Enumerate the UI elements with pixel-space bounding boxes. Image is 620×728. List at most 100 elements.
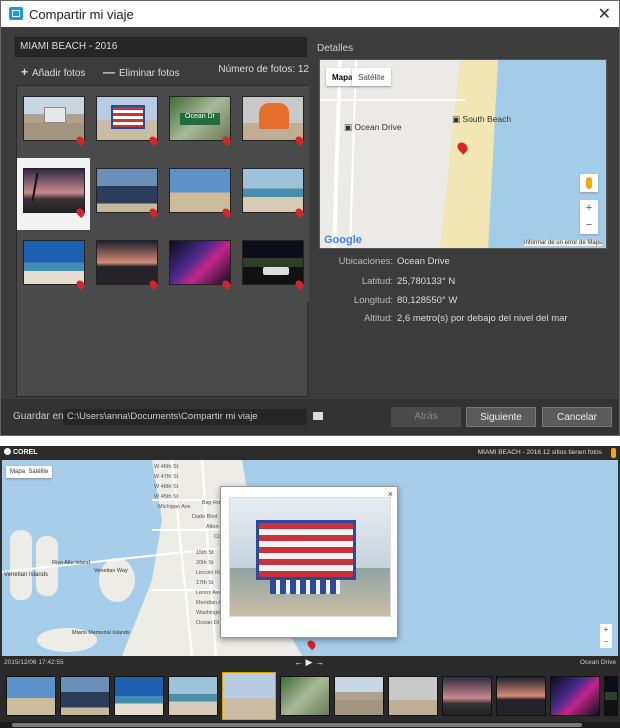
map-place: 15th St bbox=[196, 550, 214, 556]
detail-key: Longitud: bbox=[353, 295, 393, 306]
map-place: Dade Blvd bbox=[192, 514, 218, 520]
timeline-thumb[interactable] bbox=[496, 676, 546, 716]
folder-icon[interactable] bbox=[313, 412, 323, 420]
viewer-header: COREL MIAMI BEACH - 2016 12 sitios tiene… bbox=[0, 446, 620, 460]
photo-thumb-4[interactable] bbox=[236, 86, 309, 158]
map-place: Venetian Way bbox=[94, 568, 128, 574]
next-button[interactable]: Siguiente bbox=[466, 407, 536, 427]
minus-icon: — bbox=[103, 65, 115, 79]
photo-thumb-11[interactable] bbox=[163, 230, 236, 302]
timeline: 2015/12/06 17:42:55 ← ▶ → Ocean Drive bbox=[0, 656, 620, 728]
map-tab[interactable]: Mapa bbox=[10, 469, 25, 475]
timeline-thumb[interactable] bbox=[60, 676, 110, 716]
location-map[interactable]: Mapa Satélite ▣ Ocean Drive ▣ South Beac… bbox=[319, 59, 607, 249]
map-place: Michigan Ave bbox=[158, 504, 191, 510]
timeline-thumb[interactable] bbox=[6, 676, 56, 716]
timeline-thumb[interactable] bbox=[114, 676, 164, 716]
satellite-tab[interactable]: Satélite bbox=[28, 469, 48, 475]
photo-thumb-1[interactable] bbox=[17, 86, 90, 158]
viewer-map-tabs: Mapa Satélite bbox=[6, 466, 53, 478]
photo-thumb-12[interactable] bbox=[236, 230, 309, 302]
current-location: Ocean Drive bbox=[579, 659, 616, 666]
add-photos-label: Añadir fotos bbox=[32, 68, 86, 79]
map-place: Venetian Islands bbox=[4, 572, 49, 578]
map-place: Rivo Alto Island bbox=[52, 560, 90, 566]
map-place: Ocean Dr bbox=[196, 620, 220, 626]
map-place: W 45th St bbox=[154, 494, 179, 500]
detail-key: Ubicaciones: bbox=[338, 256, 393, 267]
map-report-link[interactable]: Informar de un error de Maps bbox=[523, 240, 602, 246]
photo-thumb-2[interactable] bbox=[90, 86, 163, 158]
photo-thumb-3[interactable]: Ocean Dr bbox=[163, 86, 236, 158]
save-path-field[interactable]: C:\Users\anna\Documents\Compartir mi via… bbox=[63, 409, 307, 425]
zoom-out-button[interactable]: − bbox=[580, 217, 598, 234]
zoom-controls: + − bbox=[580, 200, 598, 234]
trip-name-field[interactable]: MIAMI BEACH - 2016 bbox=[15, 37, 307, 57]
viewer-zoom-controls[interactable]: + − bbox=[600, 624, 612, 648]
timeline-thumb[interactable] bbox=[334, 676, 384, 716]
remove-photos-label: Eliminar fotos bbox=[119, 68, 180, 79]
title-bar: Compartir mi viaje ✕ bbox=[1, 1, 619, 27]
timeline-thumb-selected[interactable] bbox=[222, 672, 276, 720]
timeline-thumb[interactable] bbox=[280, 676, 330, 716]
corel-logo: COREL bbox=[4, 448, 38, 456]
detail-value: Ocean Drive bbox=[397, 256, 450, 267]
play-icon[interactable]: ▶ bbox=[306, 657, 313, 667]
window-title: Compartir mi viaje bbox=[29, 7, 134, 22]
viewer-header-text: MIAMI BEACH - 2016 12 sitios tienen foto… bbox=[477, 449, 602, 456]
photo-thumb-10[interactable] bbox=[90, 230, 163, 302]
photo-thumb-5[interactable] bbox=[17, 158, 90, 230]
detail-key: Latitud: bbox=[361, 276, 393, 287]
photo-thumb-7[interactable] bbox=[163, 158, 236, 230]
map-place: Lenox Ave bbox=[196, 590, 222, 596]
share-trip-dialog: Compartir mi viaje ✕ MIAMI BEACH - 2016 … bbox=[0, 0, 620, 436]
playback-controls: ← ▶ → bbox=[294, 657, 324, 668]
map-label-south-beach: ▣ South Beach bbox=[452, 114, 512, 124]
bottom-bar: Guardar en: C:\Users\anna\Documents\Comp… bbox=[1, 399, 619, 435]
zoom-in-button[interactable]: + bbox=[580, 200, 598, 217]
app-icon bbox=[9, 7, 23, 20]
timeline-thumb[interactable] bbox=[550, 676, 600, 716]
map-place: Bay Rd bbox=[202, 500, 221, 506]
map-background bbox=[320, 60, 606, 248]
detail-key: Altitud: bbox=[363, 313, 393, 324]
photo-grid: Ocean Dr bbox=[16, 85, 309, 397]
detail-value: 2,6 metro(s) por debajo del nivel del ma… bbox=[397, 313, 568, 324]
satellite-tab[interactable]: Satélite bbox=[352, 68, 391, 86]
photo-count: Número de fotos: 12 bbox=[218, 64, 309, 75]
plus-icon: + bbox=[21, 65, 29, 79]
map-place: Miami Memorial Islands bbox=[72, 630, 130, 636]
add-photos-button[interactable]: + Añadir fotos bbox=[21, 65, 85, 79]
street-view-icon[interactable] bbox=[611, 448, 616, 458]
map-place: 17th St bbox=[196, 580, 214, 586]
timeline-thumb[interactable] bbox=[168, 676, 218, 716]
photo-popup: × bbox=[220, 486, 398, 638]
map-place: W 46th St bbox=[154, 464, 179, 470]
street-view-icon[interactable] bbox=[580, 174, 598, 192]
timeline-thumb[interactable] bbox=[442, 676, 492, 716]
map-place: Lincoln Rd bbox=[196, 570, 222, 576]
close-icon[interactable]: ✕ bbox=[598, 4, 611, 24]
timeline-scrollbar[interactable] bbox=[0, 722, 620, 728]
map-place: W 47th St bbox=[154, 474, 179, 480]
photo-thumb-8[interactable] bbox=[236, 158, 309, 230]
photo-panel: MIAMI BEACH - 2016 + Añadir fotos — Elimin… bbox=[13, 37, 309, 397]
timestamp: 2015/12/06 17:42:55 bbox=[4, 659, 64, 666]
remove-photos-button[interactable]: — Eliminar fotos bbox=[103, 65, 180, 79]
google-logo: Google bbox=[324, 234, 362, 246]
back-button[interactable]: Atrás bbox=[391, 407, 461, 427]
timeline-thumb[interactable] bbox=[604, 676, 618, 716]
cancel-button[interactable]: Cancelar bbox=[542, 407, 612, 427]
map-place: W 48th St bbox=[154, 484, 179, 490]
scroll-thumb[interactable] bbox=[12, 723, 582, 727]
photo-thumb-9[interactable] bbox=[17, 230, 90, 302]
prev-icon[interactable]: ← bbox=[294, 657, 303, 667]
next-icon[interactable]: → bbox=[315, 657, 324, 667]
photo-thumb-6[interactable] bbox=[90, 158, 163, 230]
save-to-label: Guardar en: bbox=[13, 411, 67, 422]
timeline-thumb[interactable] bbox=[388, 676, 438, 716]
map-label-ocean-drive: ▣ Ocean Drive bbox=[344, 122, 402, 132]
detail-value: 80,128550° W bbox=[397, 295, 458, 306]
map-place: 20th St bbox=[196, 560, 214, 566]
detail-value: 25,780133° N bbox=[397, 276, 456, 287]
